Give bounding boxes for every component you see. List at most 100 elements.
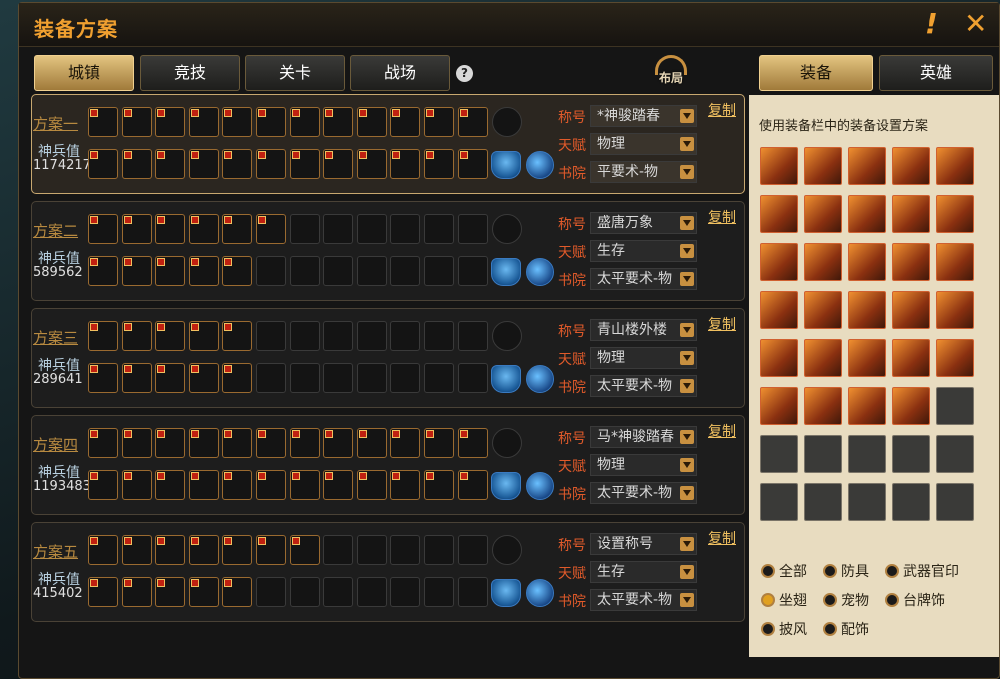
scheme-card[interactable]: 方案四 神兵值 1193483 称号 天赋 书院 马*神骏踏春 物理 太平要术-物 复制 (31, 415, 745, 515)
equip-slot[interactable] (155, 214, 186, 244)
equipment-item[interactable] (804, 339, 842, 377)
equipment-item[interactable] (848, 195, 886, 233)
filter-radio[interactable]: 宠物 (823, 590, 869, 610)
equip-slot[interactable] (457, 577, 488, 607)
equip-slot[interactable] (121, 107, 152, 137)
equip-slot[interactable] (121, 149, 152, 179)
equip-slot[interactable] (323, 214, 354, 244)
equipment-item[interactable] (936, 147, 974, 185)
equipment-item[interactable] (760, 195, 798, 233)
equip-slot[interactable] (222, 256, 253, 286)
equip-slot[interactable] (457, 470, 488, 500)
soul-orb-icon[interactable] (526, 258, 554, 286)
treasure-pot-icon[interactable] (491, 258, 521, 286)
equip-slot[interactable] (256, 214, 286, 244)
equip-slot[interactable] (188, 256, 219, 286)
scheme-card[interactable]: 方案三 神兵值 289641 称号 天赋 书院 青山楼外楼 物理 太平要术-物 复制 (31, 308, 745, 408)
equip-slot[interactable] (356, 321, 387, 351)
equip-slot[interactable] (390, 321, 421, 351)
scheme-name[interactable]: 方案一 (33, 113, 78, 134)
equip-slot[interactable] (88, 363, 118, 393)
equipment-item[interactable] (804, 291, 842, 329)
equip-slot[interactable] (188, 321, 219, 351)
equipment-item[interactable] (804, 147, 842, 185)
equip-slot[interactable] (356, 470, 387, 500)
equipment-item[interactable] (804, 195, 842, 233)
copy-button[interactable]: 复制 (708, 314, 736, 334)
empty-slot[interactable] (892, 483, 930, 521)
equip-slot[interactable] (155, 535, 186, 565)
chevron-down-icon[interactable] (680, 165, 694, 179)
equip-slot[interactable] (155, 256, 186, 286)
equip-slot[interactable] (424, 363, 454, 393)
copy-button[interactable]: 复制 (708, 528, 736, 548)
alert-icon[interactable]: ! (925, 7, 938, 40)
chevron-down-icon[interactable] (680, 486, 694, 500)
chevron-down-icon[interactable] (680, 565, 694, 579)
treasure-pot-icon[interactable] (491, 365, 521, 393)
copy-button[interactable]: 复制 (708, 100, 736, 120)
scheme-card[interactable]: 方案二 神兵值 589562 称号 天赋 书院 盛唐万象 生存 太平要术-物 复制 (31, 201, 745, 301)
filter-radio[interactable]: 台牌饰 (885, 590, 945, 610)
equip-slot[interactable] (256, 256, 286, 286)
equip-slot[interactable] (390, 470, 421, 500)
chevron-down-icon[interactable] (680, 244, 694, 258)
chevron-down-icon[interactable] (680, 323, 694, 337)
empty-slot[interactable] (936, 483, 974, 521)
radio-icon[interactable] (885, 564, 899, 578)
talent-select[interactable]: 生存 (590, 561, 697, 583)
equip-slot[interactable] (323, 256, 354, 286)
equip-slot[interactable] (289, 107, 320, 137)
equipment-item[interactable] (848, 339, 886, 377)
filter-radio[interactable]: 防具 (823, 561, 869, 581)
equip-slot[interactable] (155, 321, 186, 351)
equip-slot[interactable] (289, 256, 320, 286)
tab-battlefield[interactable]: 战场 (350, 55, 450, 91)
equip-slot[interactable] (188, 214, 219, 244)
equipment-item[interactable] (804, 387, 842, 425)
equip-slot[interactable] (188, 535, 219, 565)
equip-slot[interactable] (356, 256, 387, 286)
chevron-down-icon[interactable] (680, 109, 694, 123)
treasure-pot-icon[interactable] (491, 472, 521, 500)
equipment-item[interactable] (892, 243, 930, 281)
title-select[interactable]: 青山楼外楼 (590, 319, 697, 341)
equip-slot[interactable] (188, 107, 219, 137)
title-select[interactable]: 马*神骏踏春 (590, 426, 697, 448)
empty-slot[interactable] (804, 483, 842, 521)
filter-radio[interactable]: 披风 (761, 619, 807, 639)
equipment-item[interactable] (760, 243, 798, 281)
empty-slot[interactable] (892, 435, 930, 473)
equip-slot[interactable] (356, 107, 387, 137)
soul-orb-icon[interactable] (526, 472, 554, 500)
equip-slot[interactable] (356, 577, 387, 607)
equip-slot[interactable] (188, 577, 219, 607)
equip-slot[interactable] (424, 428, 454, 458)
empty-slot[interactable] (804, 435, 842, 473)
scheme-name[interactable]: 方案三 (33, 327, 78, 348)
soul-orb-icon[interactable] (526, 365, 554, 393)
equip-slot[interactable] (256, 577, 286, 607)
scheme-name[interactable]: 方案四 (33, 434, 78, 455)
equipment-item[interactable] (848, 147, 886, 185)
equip-slot[interactable] (323, 321, 354, 351)
equip-slot[interactable] (88, 428, 118, 458)
equip-slot[interactable] (356, 214, 387, 244)
academy-select[interactable]: 太平要术-物 (590, 375, 697, 397)
equip-slot[interactable] (88, 107, 118, 137)
equip-slot[interactable] (222, 321, 253, 351)
equip-slot[interactable] (256, 149, 286, 179)
equip-slot[interactable] (88, 214, 118, 244)
equip-slot[interactable] (424, 535, 454, 565)
equip-slot[interactable] (88, 577, 118, 607)
equip-slot[interactable] (457, 363, 488, 393)
title-select[interactable]: 设置称号 (590, 533, 697, 555)
equipment-item[interactable] (892, 147, 930, 185)
chevron-down-icon[interactable] (680, 272, 694, 286)
equip-slot[interactable] (256, 321, 286, 351)
equip-slot[interactable] (155, 577, 186, 607)
tab-hero[interactable]: 英雄 (879, 55, 993, 91)
equip-slot[interactable] (356, 363, 387, 393)
empty-slot[interactable] (848, 435, 886, 473)
equip-slot[interactable] (155, 428, 186, 458)
